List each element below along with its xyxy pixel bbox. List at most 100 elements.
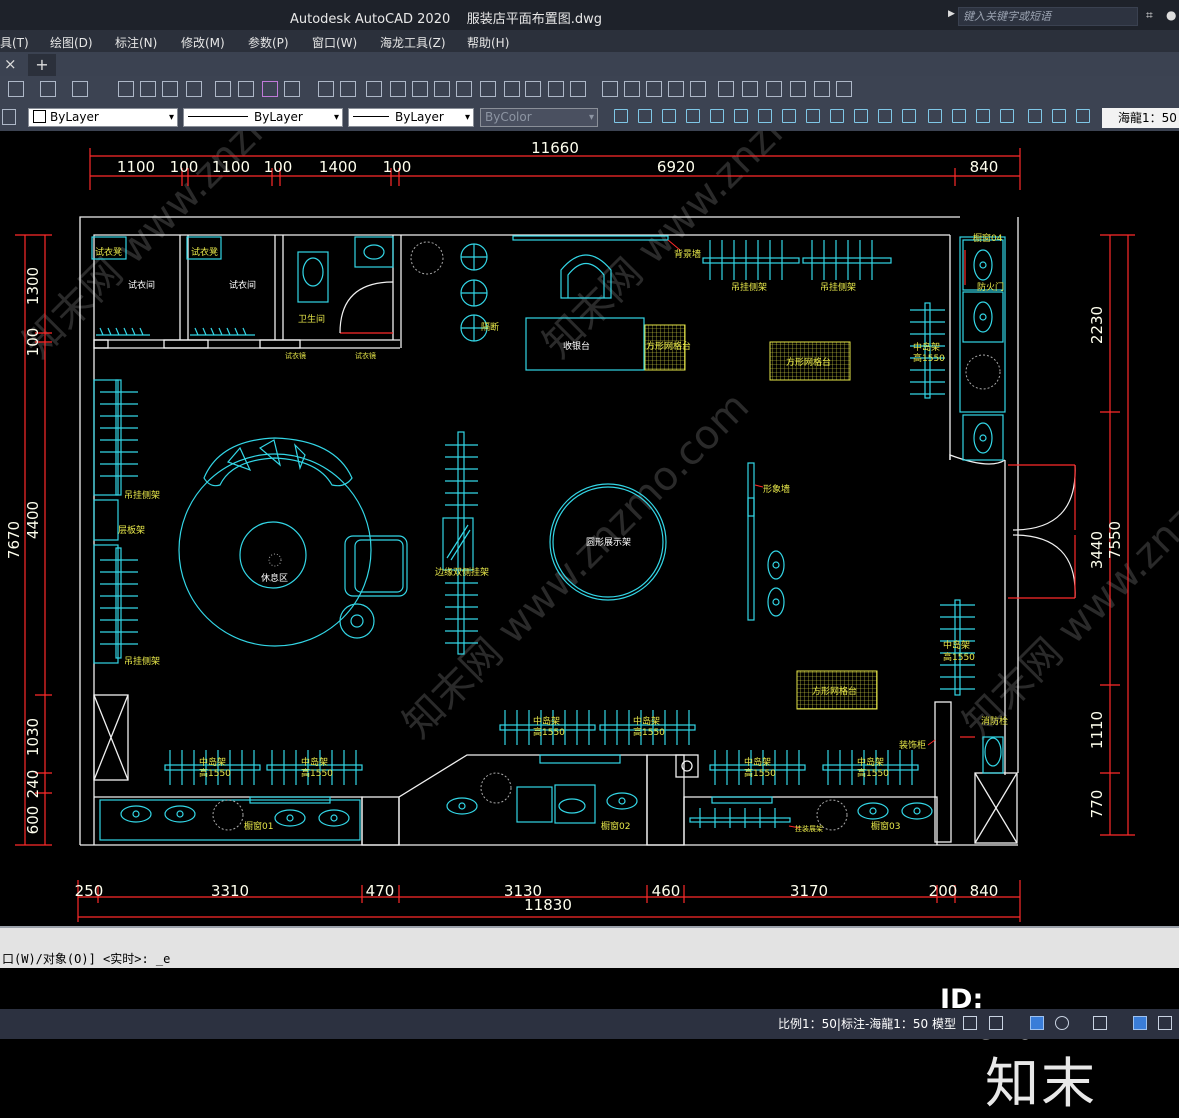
svg-text:吊挂侧架: 吊挂侧架: [820, 281, 856, 293]
svg-text:高1550: 高1550: [301, 767, 333, 779]
toolbar-tool-icon[interactable]: [340, 81, 356, 97]
dimension-tool-icon[interactable]: [1076, 109, 1090, 123]
dim-top: 1400: [319, 158, 357, 176]
binoculars-icon[interactable]: ⌗: [1146, 8, 1158, 22]
dim-left: 1300: [24, 267, 42, 305]
toolbar-tool-icon[interactable]: [366, 81, 382, 97]
dimension-tool-icon[interactable]: [734, 109, 748, 123]
dimension-tool-icon[interactable]: [662, 109, 676, 123]
menu-help[interactable]: 帮助(H): [467, 34, 509, 51]
dimension-tool-icon[interactable]: [830, 109, 844, 123]
toolbar-tool-icon[interactable]: [742, 81, 758, 97]
ortho-icon[interactable]: [1030, 1016, 1044, 1030]
dimension-tool-icon[interactable]: [710, 109, 724, 123]
svg-text:卫生间: 卫生间: [298, 313, 325, 325]
command-line[interactable]: 口(W)/对象(O)] <实时>: _e: [0, 926, 1179, 970]
transparency-icon[interactable]: [1158, 1016, 1172, 1030]
menu-draw[interactable]: 绘图(D): [50, 34, 93, 51]
toolbar-tool-icon[interactable]: [215, 81, 231, 97]
menu-modify[interactable]: 修改(M): [181, 34, 225, 51]
snap-icon[interactable]: [989, 1016, 1003, 1030]
toolbar-tool-icon[interactable]: [318, 81, 334, 97]
lineweight-dropdown[interactable]: ByLayer ▾: [348, 108, 474, 127]
svg-text:挂装展架: 挂装展架: [795, 824, 823, 833]
toolbar-tool-icon[interactable]: [434, 81, 450, 97]
toolbar-tool-icon[interactable]: [668, 81, 684, 97]
toolbar-tool-icon[interactable]: [836, 81, 852, 97]
toolbar-tool-icon[interactable]: [624, 81, 640, 97]
dimension-tool-icon[interactable]: [952, 109, 966, 123]
new-tab-button[interactable]: +: [28, 54, 56, 76]
layer-icon[interactable]: [2, 109, 16, 125]
dimension-tool-icon[interactable]: [1028, 109, 1042, 123]
toolbar-tool-icon[interactable]: [8, 81, 24, 97]
toolbar-tool-icon[interactable]: [602, 81, 618, 97]
toolbar-tool-icon[interactable]: [646, 81, 662, 97]
user-icon[interactable]: ●: [1166, 8, 1178, 22]
annotation-scale[interactable]: 海龍1：50: [1102, 108, 1179, 128]
toolbar-tool-icon[interactable]: [412, 81, 428, 97]
annotation-scale-status[interactable]: 比例1：50|标注-海龍1：50: [778, 1015, 928, 1032]
toolbar-tool-icon[interactable]: [262, 81, 278, 97]
dim-top: 840: [970, 158, 999, 176]
toolbar-tool-icon[interactable]: [790, 81, 806, 97]
brand-logo: 知末: [985, 1052, 1097, 1115]
dimension-tool-icon[interactable]: [1052, 109, 1066, 123]
linetype-dropdown[interactable]: ByLayer ▾: [183, 108, 343, 127]
toolbar-tool-icon[interactable]: [570, 81, 586, 97]
dim-bottom: 460: [652, 882, 681, 900]
dimension-tool-icon[interactable]: [854, 109, 868, 123]
dimension-tool-icon[interactable]: [902, 109, 916, 123]
menu-window[interactable]: 窗口(W): [312, 34, 357, 51]
expand-arrow-icon[interactable]: ▶: [948, 9, 955, 19]
toolbar-tool-icon[interactable]: [140, 81, 156, 97]
toolbar-tool-icon[interactable]: [548, 81, 564, 97]
dimension-tool-icon[interactable]: [614, 109, 628, 123]
toolbar-tool-icon[interactable]: [72, 81, 88, 97]
menu-tools[interactable]: 具(T): [0, 34, 29, 51]
dimension-tool-icon[interactable]: [806, 109, 820, 123]
dim-right: 1110: [1088, 711, 1106, 749]
toolbar-tool-icon[interactable]: [284, 81, 300, 97]
toolbar-tool-icon[interactable]: [718, 81, 734, 97]
toolbar-tool-icon[interactable]: [690, 81, 706, 97]
toolbar-tool-icon[interactable]: [390, 81, 406, 97]
toolbar-tool-icon[interactable]: [186, 81, 202, 97]
dimension-tool-icon[interactable]: [928, 109, 942, 123]
menu-dimension[interactable]: 标注(N): [115, 34, 157, 51]
close-icon[interactable]: ×: [4, 55, 17, 73]
dimension-tool-icon[interactable]: [976, 109, 990, 123]
dimension-tool-icon[interactable]: [1000, 109, 1014, 123]
svg-text:圆形展示架: 圆形展示架: [586, 536, 631, 548]
menu-hailong-tools[interactable]: 海龙工具(Z): [380, 34, 446, 51]
model-space-button[interactable]: 模型: [932, 1015, 956, 1032]
dimension-tool-icon[interactable]: [782, 109, 796, 123]
polar-tracking-icon[interactable]: [1055, 1016, 1069, 1030]
toolbar-tool-icon[interactable]: [162, 81, 178, 97]
toolbar-tool-icon[interactable]: [814, 81, 830, 97]
svg-text:中岛架: 中岛架: [943, 639, 970, 651]
dimension-tool-icon[interactable]: [758, 109, 772, 123]
toolbar-tool-icon[interactable]: [525, 81, 541, 97]
grid-icon[interactable]: [963, 1016, 977, 1030]
dim-top: 100: [170, 158, 199, 176]
menu-parameter[interactable]: 参数(P): [248, 34, 289, 51]
toolbar-tool-icon[interactable]: [480, 81, 496, 97]
object-snap-icon[interactable]: [1093, 1016, 1107, 1030]
svg-text:隔断: 隔断: [481, 321, 499, 333]
toolbar-tool-icon[interactable]: [456, 81, 472, 97]
svg-text:防火门: 防火门: [977, 281, 1004, 293]
toolbar-tool-icon[interactable]: [504, 81, 520, 97]
dimension-tool-icon[interactable]: [878, 109, 892, 123]
dimension-tool-icon[interactable]: [638, 109, 652, 123]
dimension-tool-icon[interactable]: [686, 109, 700, 123]
toolbar-tool-icon[interactable]: [40, 81, 56, 97]
dim-left: 1030: [24, 718, 42, 756]
toolbar-tool-icon[interactable]: [118, 81, 134, 97]
toolbar-tool-icon[interactable]: [766, 81, 782, 97]
color-dropdown[interactable]: ByLayer ▾: [28, 108, 178, 127]
toolbar-tool-icon[interactable]: [238, 81, 254, 97]
lineweight-icon[interactable]: [1133, 1016, 1147, 1030]
drawing-canvas[interactable]: 知末网 www.znzmo.com 知末网 www.znzmo.com 知末网 …: [0, 131, 1179, 1115]
search-input[interactable]: 键入关键字或短语: [958, 7, 1138, 26]
